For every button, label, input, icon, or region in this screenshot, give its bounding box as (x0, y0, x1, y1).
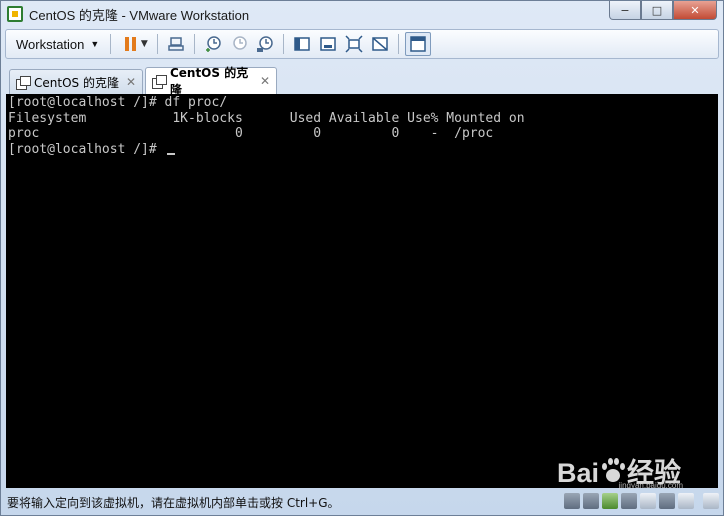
maximize-button[interactable]: □ (641, 1, 673, 20)
view-normal-icon (294, 37, 311, 51)
close-icon[interactable]: ✕ (260, 74, 270, 88)
toolbar-divider (157, 34, 159, 54)
snapshot-take-icon (206, 36, 222, 52)
cdrom-icon[interactable] (583, 493, 599, 509)
printer-icon[interactable] (640, 493, 656, 509)
view-unity-icon (372, 37, 389, 51)
snapshot-revert-icon (233, 36, 248, 50)
minimize-button[interactable]: − (609, 1, 641, 20)
send-keys-icon (168, 37, 185, 51)
snapshot-manager-icon (257, 36, 274, 52)
view-fullscreen-bar-icon (320, 37, 337, 51)
pause-icon (124, 37, 136, 51)
network-icon[interactable] (602, 493, 618, 509)
chevron-down-icon: ▼ (140, 39, 148, 49)
console-prompt: [root@localhost /]# (8, 142, 165, 158)
display-icon[interactable] (678, 493, 694, 509)
tab-centos-clone-1[interactable]: CentOS 的克隆 ✕ (9, 69, 143, 94)
view-unity-button[interactable] (368, 33, 392, 55)
view-normal-button[interactable] (290, 33, 314, 55)
snapshot-manager-button[interactable] (253, 33, 277, 55)
chevron-down-icon: ▼ (90, 39, 100, 49)
take-snapshot-button[interactable] (201, 33, 225, 55)
tab-label: CentOS 的克隆 (34, 75, 119, 90)
vm-icon (16, 75, 31, 90)
console-line: proc 0 0 0 - /proc (8, 126, 494, 142)
tab-label: CentOS 的克隆 (169, 66, 249, 97)
console-view-icon (410, 36, 427, 52)
status-bar: 要将输入定向到该虚拟机，请在虚拟机内部单击或按 Ctrl+G。 (1, 489, 723, 515)
workstation-menu-label: Workstation (16, 36, 85, 52)
status-message: 要将输入定向到该虚拟机，请在虚拟机内部单击或按 Ctrl+G。 (7, 495, 340, 510)
hdd-icon[interactable] (564, 493, 580, 509)
pause-button[interactable]: ▼ (117, 33, 151, 55)
window-controls: − □ ✕ (609, 1, 717, 20)
toolbar-divider (194, 34, 196, 54)
console-line: [root@localhost /]# df proc/ (8, 95, 228, 110)
vmware-window: CentOS 的克隆 - VMware Workstation − □ ✕ Wo… (0, 0, 724, 516)
window-title: CentOS 的克隆 - VMware Workstation (29, 7, 250, 23)
toolbar-divider (283, 34, 285, 54)
revert-snapshot-button[interactable] (227, 33, 251, 55)
tab-centos-clone-2[interactable]: CentOS 的克隆 ✕ (145, 66, 277, 97)
message-icon[interactable] (703, 493, 719, 509)
watermark-brand-left: Bai (556, 458, 599, 488)
text-cursor (166, 153, 175, 156)
console-line: Filesystem 1K-blocks Used Available Use%… (8, 110, 525, 126)
vmware-app-icon (7, 6, 23, 22)
device-status-icons (564, 493, 719, 509)
usb-icon[interactable] (621, 493, 637, 509)
view-fullscreen-button[interactable] (316, 33, 340, 55)
vm-icon (152, 74, 167, 89)
toolbar-divider (110, 34, 112, 54)
main-toolbar: Workstation ▼ ▼ (5, 29, 719, 59)
close-button[interactable]: ✕ (673, 1, 717, 20)
close-icon[interactable]: ✕ (126, 75, 136, 89)
sound-icon[interactable] (659, 493, 675, 509)
send-ctrl-alt-del-button[interactable] (164, 33, 188, 55)
console-view-button[interactable] (405, 32, 432, 56)
vm-console-screen[interactable]: [root@localhost /]# df proc/Filesystem 1… (6, 94, 718, 488)
workstation-menu-button[interactable]: Workstation ▼ (6, 32, 105, 56)
toolbar-divider (398, 34, 400, 54)
view-fit-button[interactable] (342, 33, 366, 55)
view-fit-icon (345, 35, 363, 53)
console-prompt-line: [root@localhost /]# (8, 142, 718, 158)
title-bar[interactable]: CentOS 的克隆 - VMware Workstation − □ ✕ (1, 1, 723, 27)
vm-tab-bar: CentOS 的克隆 ✕ CentOS 的克隆 ✕ (5, 65, 719, 97)
